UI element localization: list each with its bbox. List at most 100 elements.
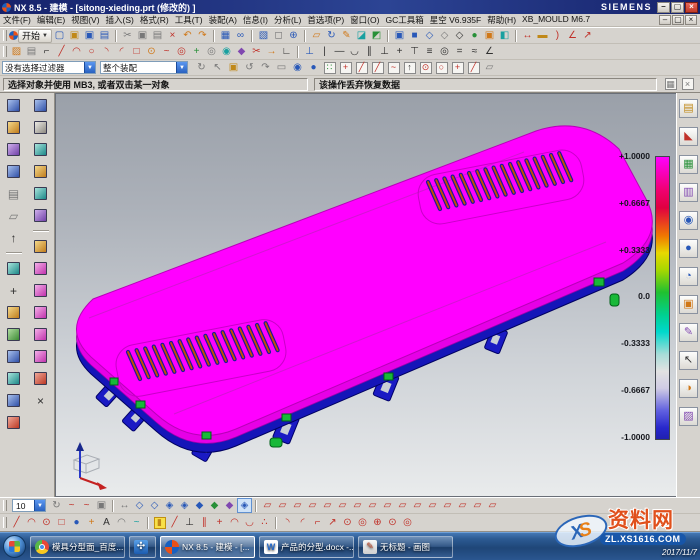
menu-item[interactable]: 编辑(E)	[37, 14, 65, 26]
menu-item[interactable]: XB_MOULD M6.7	[522, 14, 590, 26]
snap-arc-center[interactable]: ○	[434, 60, 449, 75]
view-cube[interactable]: ▣	[94, 498, 109, 513]
revolve-feature[interactable]	[4, 141, 23, 158]
snap-intersection[interactable]: ⊙	[418, 60, 433, 75]
paste[interactable]: ▤	[150, 28, 165, 43]
window-layout[interactable]: ▦	[218, 28, 233, 43]
arc-cw[interactable]: ◝	[280, 515, 295, 530]
save-as[interactable]: ▤	[97, 28, 112, 43]
orient-left[interactable]: ◈	[162, 498, 177, 513]
task-nx[interactable]: NX 8.5 - 建模 - [...	[160, 536, 255, 558]
concentric-constraint[interactable]: ◎	[437, 44, 452, 59]
task-wps[interactable]: 产品的分型.docx -...	[259, 536, 354, 558]
revolve[interactable]: ↻	[324, 28, 339, 43]
cut[interactable]: ✂	[120, 28, 135, 43]
parting-surface[interactable]	[31, 326, 50, 343]
delete-body[interactable]: ×	[31, 392, 50, 409]
corner-curve[interactable]: ⌐	[310, 515, 325, 530]
mdi-close-button[interactable]: ×	[685, 15, 697, 25]
edge-blend[interactable]	[4, 370, 23, 387]
titlebar-maximize-button[interactable]: ▢	[671, 2, 684, 13]
block[interactable]	[4, 163, 23, 180]
wireframe[interactable]: ◇	[437, 28, 452, 43]
pull-face[interactable]: ▱	[275, 498, 290, 513]
wireframe-hidden[interactable]: ◇	[422, 28, 437, 43]
constant-angle-constraint[interactable]: ∠	[482, 44, 497, 59]
profile[interactable]: ⌐	[39, 44, 54, 59]
start-menu-button[interactable]: 开始▼	[18, 29, 52, 43]
pan-view[interactable]: ↔	[117, 498, 132, 513]
menu-item[interactable]: 格式(R)	[140, 14, 169, 26]
tool-icon[interactable]	[297, 46, 299, 58]
assembly-context[interactable]	[31, 97, 50, 114]
copy[interactable]: ▣	[135, 28, 150, 43]
task-paint[interactable]: 无标题 - 画图	[358, 536, 453, 558]
undo[interactable]: ↶	[180, 28, 195, 43]
shell-face[interactable]: ▱	[380, 498, 395, 513]
sketch[interactable]: ▱	[309, 28, 324, 43]
shaded-with-edges[interactable]: ▣	[392, 28, 407, 43]
resize-face[interactable]: ▱	[305, 498, 320, 513]
tool-icon[interactable]	[304, 30, 306, 42]
point-feature[interactable]: +	[4, 282, 23, 299]
tool-icon[interactable]	[515, 30, 517, 42]
mirror-face[interactable]: ▱	[455, 498, 470, 513]
shell[interactable]	[4, 392, 23, 409]
static-wireframe[interactable]: ◇	[452, 28, 467, 43]
offset-surface[interactable]	[31, 185, 50, 202]
snap-pole[interactable]: ↑	[402, 60, 417, 75]
start-orb[interactable]	[3, 535, 26, 558]
selection-refresh[interactable]: ↻	[194, 60, 209, 75]
parting-line[interactable]	[31, 304, 50, 321]
snap-rotate-point[interactable]: +	[338, 60, 353, 75]
menu-item[interactable]: 帮助(H)	[487, 14, 516, 26]
circle-center-1[interactable]: ⊙	[340, 515, 355, 530]
assembly-navigator[interactable]: ▤	[679, 99, 698, 118]
region-analysis[interactable]	[31, 348, 50, 365]
circle[interactable]: ○	[84, 44, 99, 59]
equal-length-constraint[interactable]: =	[452, 44, 467, 59]
offset-curve[interactable]: ◎	[204, 44, 219, 59]
arc-length[interactable]: )	[550, 28, 565, 43]
menu-item[interactable]: 插入(S)	[106, 14, 134, 26]
toolbar-grip[interactable]	[3, 500, 7, 511]
datum-axis-2[interactable]: ⊥	[182, 515, 197, 530]
redo[interactable]: ↷	[195, 28, 210, 43]
fillet[interactable]: ◝	[99, 44, 114, 59]
rotate-x[interactable]: ~	[64, 498, 79, 513]
menu-item[interactable]: 文件(F)	[3, 14, 31, 26]
layer-settings[interactable]: ▤	[4, 185, 23, 202]
workpiece[interactable]	[31, 370, 50, 387]
angular-dimension-face[interactable]: ▱	[410, 498, 425, 513]
studio-surface[interactable]: ◩	[369, 28, 384, 43]
patch-surface[interactable]	[31, 163, 50, 180]
edit-cross-section[interactable]: ▱	[485, 498, 500, 513]
clip-section-icon[interactable]: ▦	[663, 77, 678, 92]
toolbar-grip[interactable]	[3, 46, 7, 57]
freeform-surface[interactable]: ◪	[354, 28, 369, 43]
snap-point-menu[interactable]: ∷	[322, 60, 337, 75]
constraint-navigator[interactable]: ◣	[679, 127, 698, 146]
linear-dimension-face[interactable]: ▱	[395, 498, 410, 513]
offset-region[interactable]: ▱	[290, 498, 305, 513]
zoom-in[interactable]: ⊕	[286, 28, 301, 43]
sew[interactable]	[31, 141, 50, 158]
measure-distance[interactable]: ↔	[520, 28, 535, 43]
snap-quadrant[interactable]: +	[450, 60, 465, 75]
spline-up[interactable]: ◠	[227, 515, 242, 530]
quick-extend[interactable]: →	[264, 44, 279, 59]
extrude[interactable]	[4, 119, 23, 136]
orient-front[interactable]: ◇	[132, 498, 147, 513]
feature-icon[interactable]	[33, 230, 49, 232]
pattern-face[interactable]: ▱	[440, 498, 455, 513]
face-analysis[interactable]: ●	[467, 28, 482, 43]
system-scenes[interactable]: ▨	[679, 407, 698, 426]
group-face[interactable]: ▱	[470, 498, 485, 513]
orient-back[interactable]: ◇	[147, 498, 162, 513]
line-curve[interactable]: ╱	[9, 515, 24, 530]
mold-cavity[interactable]	[31, 260, 50, 277]
menu-item[interactable]: 装配(A)	[209, 14, 237, 26]
geometric-constraints[interactable]: ⊥	[302, 44, 317, 59]
titlebar-minimize-button[interactable]: –	[657, 2, 670, 13]
work-layer-dropdown[interactable]: 10▼	[12, 499, 46, 512]
